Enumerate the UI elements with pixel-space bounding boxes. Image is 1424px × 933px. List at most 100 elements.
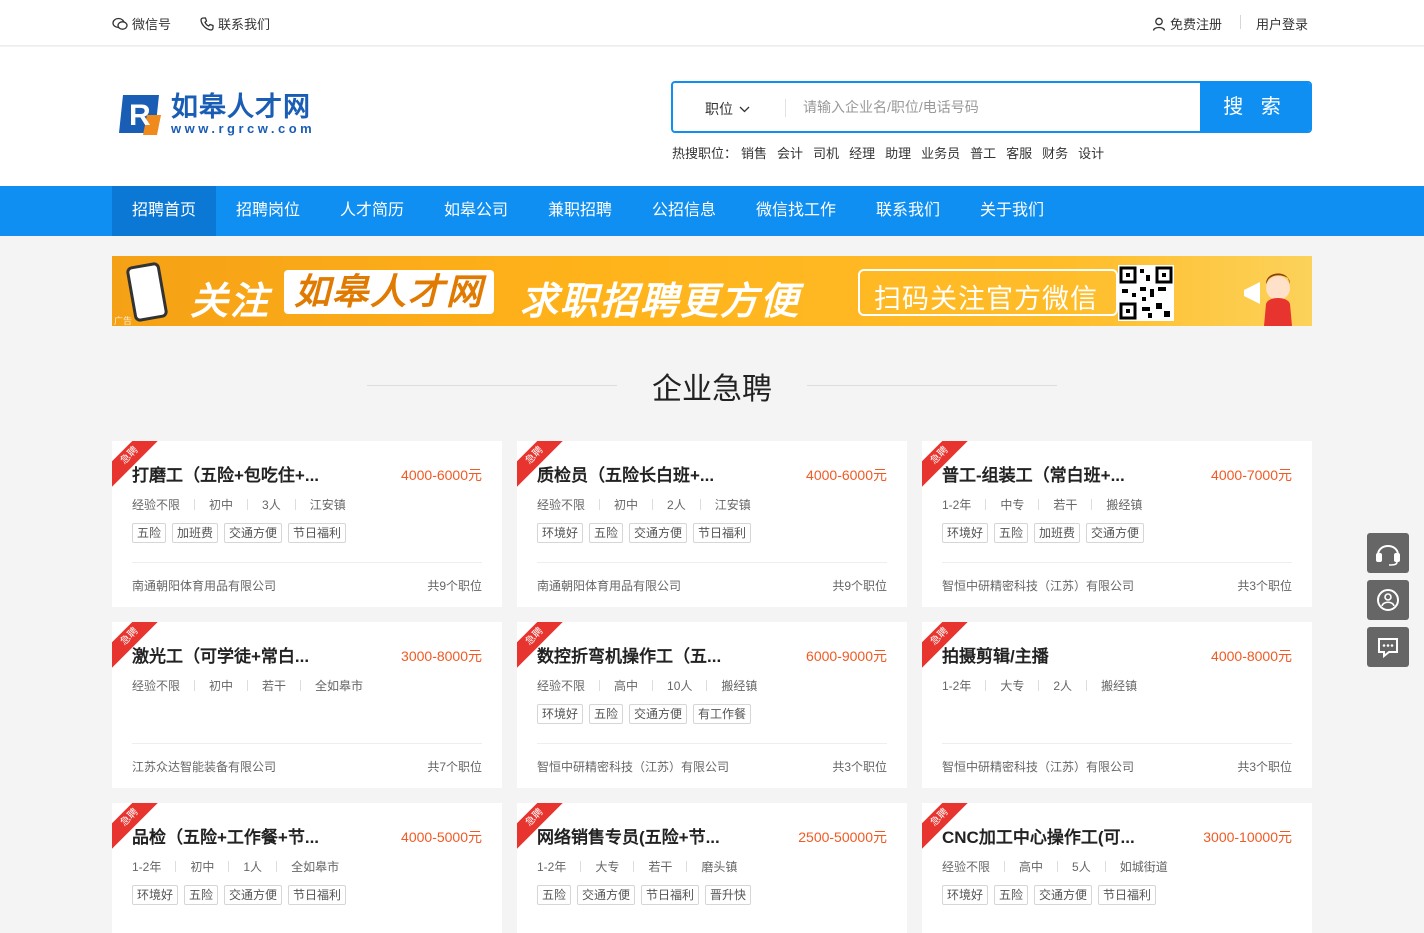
nav-wechat-jobs[interactable]: 微信找工作 — [736, 186, 856, 236]
meta-divider — [652, 680, 654, 691]
job-count[interactable]: 共3个职位 — [1237, 577, 1292, 594]
job-meta-item: 大专 — [1000, 679, 1025, 693]
job-title[interactable]: 打磨工（五险+包吃住+... — [132, 461, 352, 486]
job-tag: 交通方便 — [629, 704, 688, 724]
logo-mark-letter: R — [129, 99, 151, 132]
hot-item[interactable]: 财务 — [1042, 143, 1068, 162]
job-meta-item: 经验不限 — [132, 679, 181, 693]
register-link[interactable]: 免费注册 — [1152, 14, 1222, 33]
card-divider — [942, 743, 1292, 744]
hot-item[interactable]: 助理 — [885, 143, 911, 162]
nav-resumes[interactable]: 人才简历 — [320, 186, 424, 236]
company-name[interactable]: 智恒中研精密科技（江苏）有限公司 — [942, 577, 1134, 594]
nav-contact[interactable]: 联系我们 — [856, 186, 960, 236]
job-count[interactable]: 共9个职位 — [427, 577, 482, 594]
logo-url: www.rgrcw.com — [171, 121, 316, 136]
hot-item[interactable]: 销售 — [741, 143, 767, 162]
job-title[interactable]: CNC加工中心操作工(可... — [942, 823, 1162, 848]
company-name[interactable]: 江苏众达智能装备有限公司 — [132, 758, 276, 775]
job-meta: 经验不限 高中 5人 如城街道 — [942, 858, 1168, 875]
nav-about[interactable]: 关于我们 — [960, 186, 1064, 236]
banner-text-site: 如皋人才网 — [294, 271, 485, 312]
job-title[interactable]: 数控折弯机操作工（五... — [537, 642, 757, 667]
job-title[interactable]: 激光工（可学徒+常白... — [132, 642, 352, 667]
job-tag: 五险 — [994, 885, 1029, 905]
job-title[interactable]: 普工-组装工（常白班+... — [942, 461, 1162, 486]
meta-divider — [228, 861, 230, 872]
job-meta-item: 高中 — [614, 679, 639, 693]
nav-parttime[interactable]: 兼职招聘 — [528, 186, 632, 236]
job-count[interactable]: 共9个职位 — [832, 577, 887, 594]
job-count[interactable]: 共7个职位 — [427, 758, 482, 775]
job-tags: 环境好 五险 加班费 交通方便 — [942, 523, 1145, 543]
side-service-button[interactable] — [1367, 580, 1409, 620]
job-title[interactable]: 品检（五险+工作餐+节... — [132, 823, 352, 848]
job-title[interactable]: 网络销售专员(五险+节... — [537, 823, 757, 848]
job-count[interactable]: 共3个职位 — [832, 758, 887, 775]
side-headset-button[interactable] — [1367, 533, 1409, 573]
hot-item[interactable]: 会计 — [777, 143, 803, 162]
meta-divider — [194, 680, 196, 691]
job-tag: 有工作餐 — [693, 704, 752, 724]
search-button[interactable]: 搜 索 — [1200, 83, 1310, 131]
wechat-banner-ad[interactable]: 关注 如皋人才网 求职招聘更方便 扫码关注官方微信 广告 — [112, 256, 1312, 326]
hot-item[interactable]: 司机 — [813, 143, 839, 162]
hot-item[interactable]: 经理 — [849, 143, 875, 162]
search-type-select[interactable]: 职位 — [705, 99, 750, 119]
wechat-link[interactable]: 微信号 — [112, 14, 171, 33]
card-divider — [132, 743, 482, 744]
contact-link[interactable]: 联系我们 — [200, 14, 270, 33]
job-card[interactable]: 急聘 打磨工（五险+包吃住+... 4000-6000元 经验不限 初中 3人 江安镇 五险加… — [112, 441, 502, 607]
job-meta-item: 10人 — [667, 679, 693, 693]
job-card[interactable]: 急聘 激光工（可学徒+常白... 3000-8000元 经验不限 初中 若干 全如皋市 江苏众… — [112, 622, 502, 788]
job-tag: 节日福利 — [1098, 885, 1157, 905]
job-meta: 1-2年 大专 2人 搬经镇 — [942, 677, 1137, 694]
nav-companies[interactable]: 如皋公司 — [424, 186, 528, 236]
search-input[interactable] — [803, 93, 1193, 121]
company-name[interactable]: 南通朝阳体育用品有限公司 — [132, 577, 276, 594]
job-title[interactable]: 质检员（五险长白班+... — [537, 461, 757, 486]
login-link[interactable]: 用户登录 — [1256, 14, 1308, 33]
login-label: 用户登录 — [1256, 17, 1309, 32]
job-card[interactable]: 急聘 普工-组装工（常白班+... 4000-7000元 1-2年 中专 若干 搬经镇 环境好… — [922, 441, 1312, 607]
meta-divider — [1104, 861, 1106, 872]
job-title[interactable]: 拍摄剪辑/主播 — [942, 642, 1162, 667]
job-meta: 1-2年 中专 若干 搬经镇 — [942, 496, 1142, 513]
job-card[interactable]: 急聘 品检（五险+工作餐+节... 4000-5000元 1-2年 初中 1人 全如皋市 环境… — [112, 803, 502, 933]
nav-public-recruit[interactable]: 公招信息 — [632, 186, 736, 236]
side-message-button[interactable] — [1367, 627, 1409, 667]
job-card[interactable]: 急聘 拍摄剪辑/主播 4000-8000元 1-2年 大专 2人 搬经镇 智恒中研精密科技（江… — [922, 622, 1312, 788]
job-tag: 交通方便 — [1034, 885, 1093, 905]
job-tags: 环境好 五险 交通方便 节日福利 — [132, 885, 347, 905]
hot-label: 热搜职位： — [672, 146, 738, 161]
job-card[interactable]: 急聘 数控折弯机操作工（五... 6000-9000元 经验不限 高中 10人 搬经镇 环境好… — [517, 622, 907, 788]
hot-item[interactable]: 普工 — [970, 143, 996, 162]
hot-item[interactable]: 业务员 — [921, 143, 960, 162]
logo-mark-icon: R — [117, 91, 163, 137]
site-logo[interactable]: R 如皋人才网 www.rgrcw.com — [117, 91, 315, 137]
job-card[interactable]: 急聘 网络销售专员(五险+节... 2500-50000元 1-2年 大专 若干 磨头镇 五险… — [517, 803, 907, 933]
card-divider — [537, 743, 887, 744]
hot-item[interactable]: 客服 — [1006, 143, 1032, 162]
search-divider — [785, 99, 786, 117]
job-card[interactable]: 急聘 CNC加工中心操作工(可... 3000-10000元 经验不限 高中 5人 如城街道… — [922, 803, 1312, 933]
nav-jobs[interactable]: 招聘岗位 — [216, 186, 320, 236]
meta-divider — [1038, 499, 1040, 510]
job-meta: 1-2年 初中 1人 全如皋市 — [132, 858, 339, 875]
nav-home[interactable]: 招聘首页 — [112, 186, 217, 236]
hot-item[interactable]: 设计 — [1078, 143, 1104, 162]
meta-divider — [1086, 680, 1088, 691]
job-count[interactable]: 共3个职位 — [1237, 758, 1292, 775]
job-meta-item: 初中 — [614, 498, 639, 512]
company-name[interactable]: 南通朝阳体育用品有限公司 — [537, 577, 681, 594]
job-tag: 交通方便 — [1086, 523, 1145, 543]
meta-divider — [599, 499, 601, 510]
company-name[interactable]: 智恒中研精密科技（江苏）有限公司 — [537, 758, 729, 775]
banner-scan-box: 扫码关注官方微信 — [858, 269, 1118, 316]
main-nav: 招聘首页 招聘岗位 人才简历 如皋公司 兼职招聘 公招信息 微信找工作 联系我们… — [0, 186, 1424, 236]
company-name[interactable]: 智恒中研精密科技（江苏）有限公司 — [942, 758, 1134, 775]
job-meta-item: 2人 — [1053, 679, 1073, 693]
job-meta-item: 初中 — [190, 860, 215, 874]
job-card[interactable]: 急聘 质检员（五险长白班+... 4000-6000元 经验不限 初中 2人 江安镇 环境好五… — [517, 441, 907, 607]
job-meta-item: 磨头镇 — [701, 860, 738, 874]
